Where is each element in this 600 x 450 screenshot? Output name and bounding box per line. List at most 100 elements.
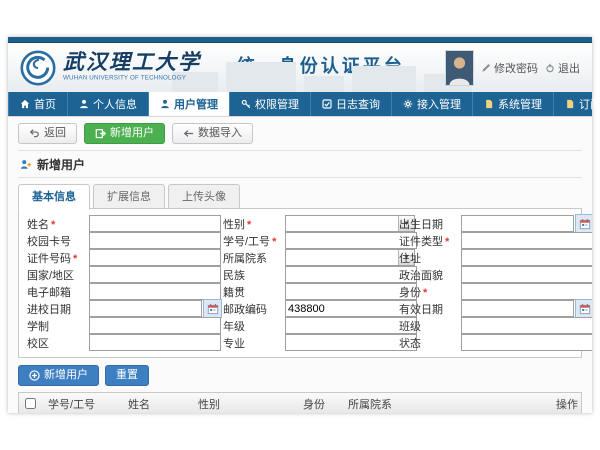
tab-1[interactable]: 基本信息	[18, 184, 90, 210]
field-label: 进校日期	[23, 301, 89, 317]
form-field: 所属院系▼	[219, 249, 395, 266]
form-field: 有效日期	[395, 300, 592, 317]
nav-item-label: 个人信息	[93, 96, 137, 112]
field-label: 邮政编码	[219, 301, 285, 317]
university-logo	[20, 50, 56, 86]
table-header-row: 学号/工号姓名性别身份所属院系操作	[19, 393, 581, 413]
required-asterisk: *	[73, 253, 77, 265]
nav-item-label: 订阅管理	[579, 96, 600, 112]
nav-item-label: 首页	[34, 96, 56, 112]
nav-item-5[interactable]: 日志查询	[311, 92, 392, 116]
date-input[interactable]	[461, 300, 574, 317]
field-label: 身份*	[395, 284, 461, 300]
field-label: 状态	[395, 335, 461, 351]
log-icon	[322, 99, 332, 109]
field-label: 民族	[219, 267, 285, 283]
form-field: 电子邮箱	[23, 283, 219, 300]
required-asterisk: *	[272, 236, 276, 248]
calendar-icon[interactable]	[575, 214, 592, 233]
nav-item-1[interactable]: 首页	[8, 92, 68, 116]
add-user-toolbar-label: 新增用户	[110, 127, 154, 140]
field-label: 姓名*	[23, 216, 89, 232]
column-header-1: 学号/工号	[43, 396, 123, 412]
back-button-label: 返回	[44, 127, 66, 140]
main-content: 返回 新增用户 数据导入	[8, 116, 592, 413]
field-label: 出生日期	[395, 216, 461, 232]
nav-item-7[interactable]: 系统管理	[473, 92, 554, 116]
field-label: 班级	[395, 318, 461, 334]
form-field: 学制	[23, 317, 219, 334]
select-all-checkbox[interactable]	[25, 398, 36, 409]
tab-3[interactable]: 上传头像	[168, 184, 240, 209]
tab-2[interactable]: 扩展信息	[93, 184, 165, 209]
column-header-5: 所属院系	[343, 396, 551, 412]
text-input[interactable]	[461, 266, 592, 283]
home-icon	[20, 99, 30, 109]
required-asterisk: *	[51, 219, 55, 231]
text-input[interactable]	[89, 249, 221, 266]
text-input[interactable]	[461, 283, 592, 300]
form-field: 政治面貌	[395, 266, 592, 283]
back-button[interactable]: 返回	[18, 123, 77, 144]
nav-item-6[interactable]: 接入管理	[392, 92, 473, 116]
field-label: 专业	[219, 335, 285, 351]
change-password-link[interactable]: 修改密码	[481, 60, 538, 76]
add-user-toolbar-button[interactable]: 新增用户	[84, 123, 165, 144]
required-asterisk: *	[247, 219, 251, 231]
data-import-button[interactable]: 数据导入	[172, 123, 253, 144]
field-label: 籍贯	[219, 284, 285, 300]
column-header-4: 身份	[298, 396, 343, 412]
form-field: 邮政编码	[219, 300, 395, 317]
form-field: 证件类型*	[395, 232, 592, 249]
key-icon	[241, 99, 251, 109]
university-name-cn: 武汉理工大学	[63, 52, 221, 73]
text-input[interactable]	[89, 215, 221, 232]
form-field: 民族	[219, 266, 395, 283]
form-field: 校区	[23, 334, 219, 351]
text-input[interactable]	[89, 266, 221, 283]
user-plus-icon	[20, 159, 32, 170]
field-label: 学制	[23, 318, 89, 334]
logout-link[interactable]: 退出	[545, 60, 580, 76]
date-input[interactable]	[89, 300, 202, 317]
date-input[interactable]	[461, 215, 574, 232]
form-field: 住址	[395, 249, 592, 266]
reset-button[interactable]: 重置	[105, 365, 149, 386]
field-label: 所属院系	[219, 250, 285, 266]
text-input[interactable]	[461, 317, 592, 334]
column-header-2: 姓名	[123, 396, 193, 412]
field-label: 有效日期	[395, 301, 461, 317]
text-input[interactable]	[89, 232, 221, 249]
nav-item-label: 系统管理	[498, 96, 542, 112]
avatar	[445, 50, 474, 86]
text-input[interactable]	[461, 232, 592, 249]
doc-icon	[565, 99, 575, 109]
tabs: 基本信息扩展信息上传头像	[18, 184, 582, 209]
form-field: 性别*▼	[219, 215, 395, 232]
user-table: 学号/工号姓名性别身份所属院系操作	[18, 392, 582, 413]
text-input[interactable]	[89, 317, 221, 334]
section-header: 新增用户	[18, 150, 582, 178]
required-asterisk: *	[423, 287, 427, 299]
user-icon	[79, 99, 89, 109]
nav-item-3[interactable]: 用户管理	[149, 92, 230, 116]
text-input[interactable]	[89, 283, 221, 300]
text-input[interactable]	[461, 334, 592, 351]
nav-item-label: 用户管理	[174, 96, 218, 112]
text-input[interactable]	[89, 334, 221, 351]
nav-item-8[interactable]: 订阅管理	[554, 92, 600, 116]
toolbar: 返回 新增用户 数据导入	[8, 117, 592, 148]
nav-item-2[interactable]: 个人信息	[68, 92, 149, 116]
nav-item-label: 日志查询	[336, 96, 380, 112]
pencil-icon	[481, 63, 491, 73]
submit-add-user-button[interactable]: 新增用户	[18, 365, 99, 386]
main-nav: 首页个人信息用户管理权限管理日志查询接入管理系统管理订阅管理	[8, 92, 592, 116]
page-title: 统一身份认证平台	[237, 52, 405, 78]
nav-item-label: 权限管理	[255, 96, 299, 112]
field-label: 政治面貌	[395, 267, 461, 283]
calendar-icon[interactable]	[575, 299, 592, 318]
text-input[interactable]	[461, 249, 592, 266]
nav-item-4[interactable]: 权限管理	[230, 92, 311, 116]
form-field: 校园卡号	[23, 232, 219, 249]
field-label: 电子邮箱	[23, 284, 89, 300]
